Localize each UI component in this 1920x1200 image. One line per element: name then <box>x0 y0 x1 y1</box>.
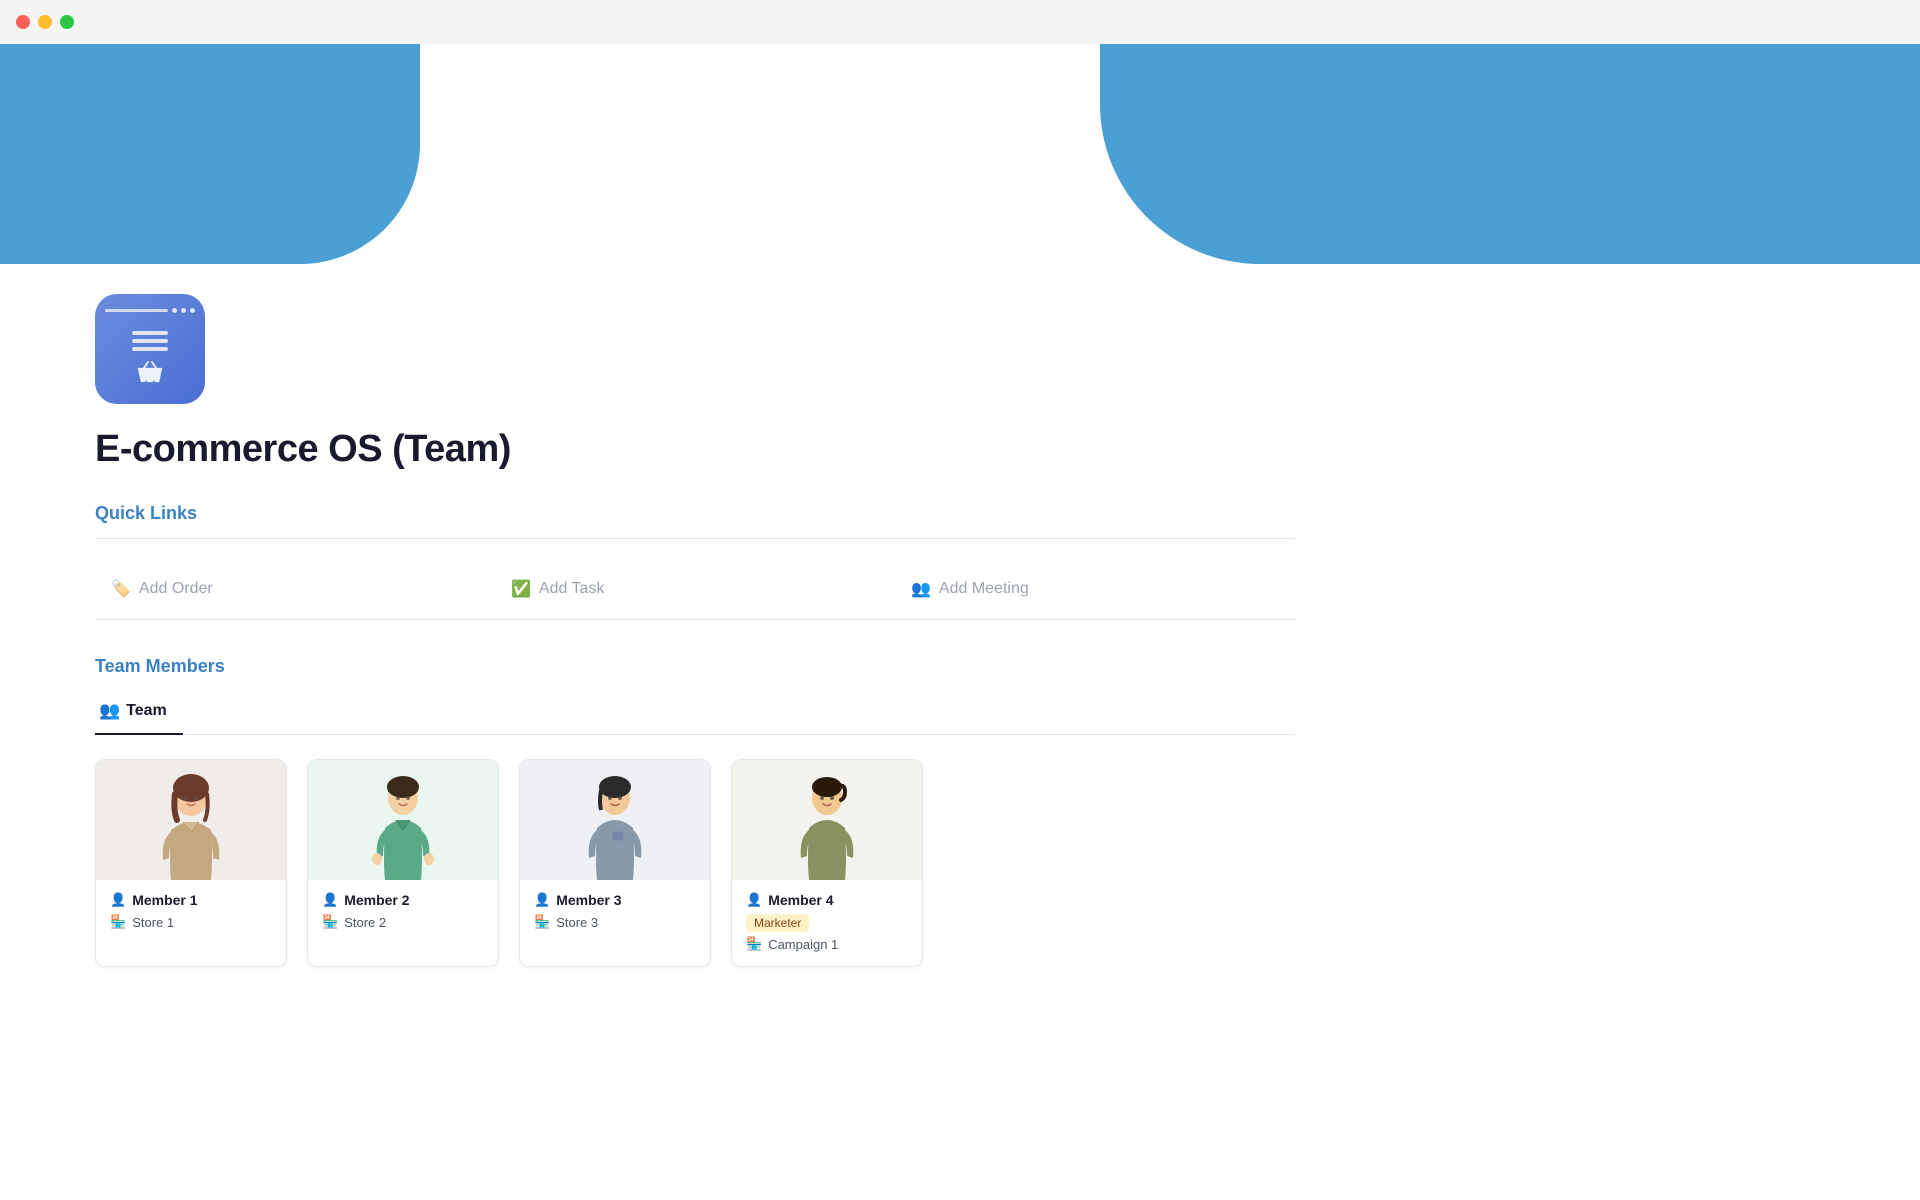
member-1-avatar <box>96 760 286 880</box>
app-icon <box>95 294 205 404</box>
app-icon-wrapper <box>95 294 1305 404</box>
app-icon-line1 <box>105 309 168 312</box>
store-icon-2: 🏪 <box>322 914 338 930</box>
app-icon-listline1 <box>132 331 168 335</box>
member-4-tag: Marketer <box>746 914 809 932</box>
member-4-store: 🏪 Campaign 1 <box>746 936 908 952</box>
store-icon-3: 🏪 <box>534 914 550 930</box>
member-card-2[interactable]: 👤 Member 2 🏪 Store 2 <box>307 759 499 967</box>
add-meeting-label: Add Meeting <box>939 580 1029 598</box>
quick-links-row: 🏷️ Add Order ✅ Add Task 👥 Add Meeting <box>95 559 1295 619</box>
store-icon-1: 🏪 <box>110 914 126 930</box>
member-4-info: 👤 Member 4 Marketer 🏪 Campaign 1 <box>732 880 922 966</box>
hero-banner <box>0 44 1920 264</box>
person-icon-3: 👤 <box>534 892 550 908</box>
member-2-avatar <box>308 760 498 880</box>
quick-links-section: Quick Links 🏷️ Add Order ✅ Add Task 👥 Ad… <box>95 503 1305 620</box>
titlebar <box>0 0 1920 44</box>
member-1-store: 🏪 Store 1 <box>110 914 272 930</box>
app-icon-dot3 <box>190 308 195 313</box>
member-1-name: 👤 Member 1 <box>110 892 272 908</box>
member-2-store: 🏪 Store 2 <box>322 914 484 930</box>
member-3-figure <box>575 770 655 880</box>
quick-links-top-divider <box>95 538 1295 539</box>
member-1-figure <box>151 770 231 880</box>
check-icon: ✅ <box>511 579 531 599</box>
maximize-button[interactable] <box>60 15 74 29</box>
add-meeting-link[interactable]: 👥 Add Meeting <box>895 571 1295 607</box>
member-3-info: 👤 Member 3 🏪 Store 3 <box>520 880 710 944</box>
basket-icon <box>135 360 165 386</box>
member-4-figure <box>787 770 867 880</box>
hero-wave-left <box>0 44 420 264</box>
member-1-info: 👤 Member 1 🏪 Store 1 <box>96 880 286 944</box>
add-order-link[interactable]: 🏷️ Add Order <box>95 571 495 607</box>
quick-links-bottom-divider <box>95 619 1295 620</box>
tag-icon: 🏷️ <box>111 579 131 599</box>
store-icon-4: 🏪 <box>746 936 762 952</box>
quick-links-title: Quick Links <box>95 503 1305 524</box>
member-2-name: 👤 Member 2 <box>322 892 484 908</box>
add-task-label: Add Task <box>539 580 605 598</box>
page-title: E-commerce OS (Team) <box>95 428 1305 471</box>
team-members-title: Team Members <box>95 656 1305 677</box>
app-icon-listline3 <box>132 347 168 351</box>
main-content: E-commerce OS (Team) Quick Links 🏷️ Add … <box>0 294 1400 967</box>
app-icon-dot2 <box>181 308 186 313</box>
add-order-label: Add Order <box>139 580 213 598</box>
member-4-avatar <box>732 760 922 880</box>
people-icon: 👥 <box>911 579 931 599</box>
member-2-figure <box>363 770 443 880</box>
app-icon-topbar <box>105 308 195 313</box>
member-3-avatar <box>520 760 710 880</box>
app-icon-body <box>132 331 168 386</box>
team-tab-row: 👥 Team <box>95 691 1295 735</box>
member-card-4[interactable]: 👤 Member 4 Marketer 🏪 Campaign 1 <box>731 759 923 967</box>
add-task-link[interactable]: ✅ Add Task <box>495 571 895 607</box>
hero-wave-right <box>1100 44 1920 264</box>
member-2-info: 👤 Member 2 🏪 Store 2 <box>308 880 498 944</box>
app-icon-dot1 <box>172 308 177 313</box>
person-icon-1: 👤 <box>110 892 126 908</box>
member-3-name: 👤 Member 3 <box>534 892 696 908</box>
person-icon-4: 👤 <box>746 892 762 908</box>
tab-team[interactable]: 👥 Team <box>95 691 183 735</box>
team-tab-label: Team <box>126 702 167 720</box>
team-tab-icon: 👥 <box>99 701 120 721</box>
member-card-3[interactable]: 👤 Member 3 🏪 Store 3 <box>519 759 711 967</box>
app-icon-lines <box>132 331 168 351</box>
member-card-1[interactable]: 👤 Member 1 🏪 Store 1 <box>95 759 287 967</box>
app-icon-listline2 <box>132 339 168 343</box>
member-4-name: 👤 Member 4 <box>746 892 908 908</box>
member-3-store: 🏪 Store 3 <box>534 914 696 930</box>
members-grid: 👤 Member 1 🏪 Store 1 <box>95 759 1295 967</box>
close-button[interactable] <box>16 15 30 29</box>
team-members-section: Team Members 👥 Team <box>95 656 1305 967</box>
minimize-button[interactable] <box>38 15 52 29</box>
person-icon-2: 👤 <box>322 892 338 908</box>
